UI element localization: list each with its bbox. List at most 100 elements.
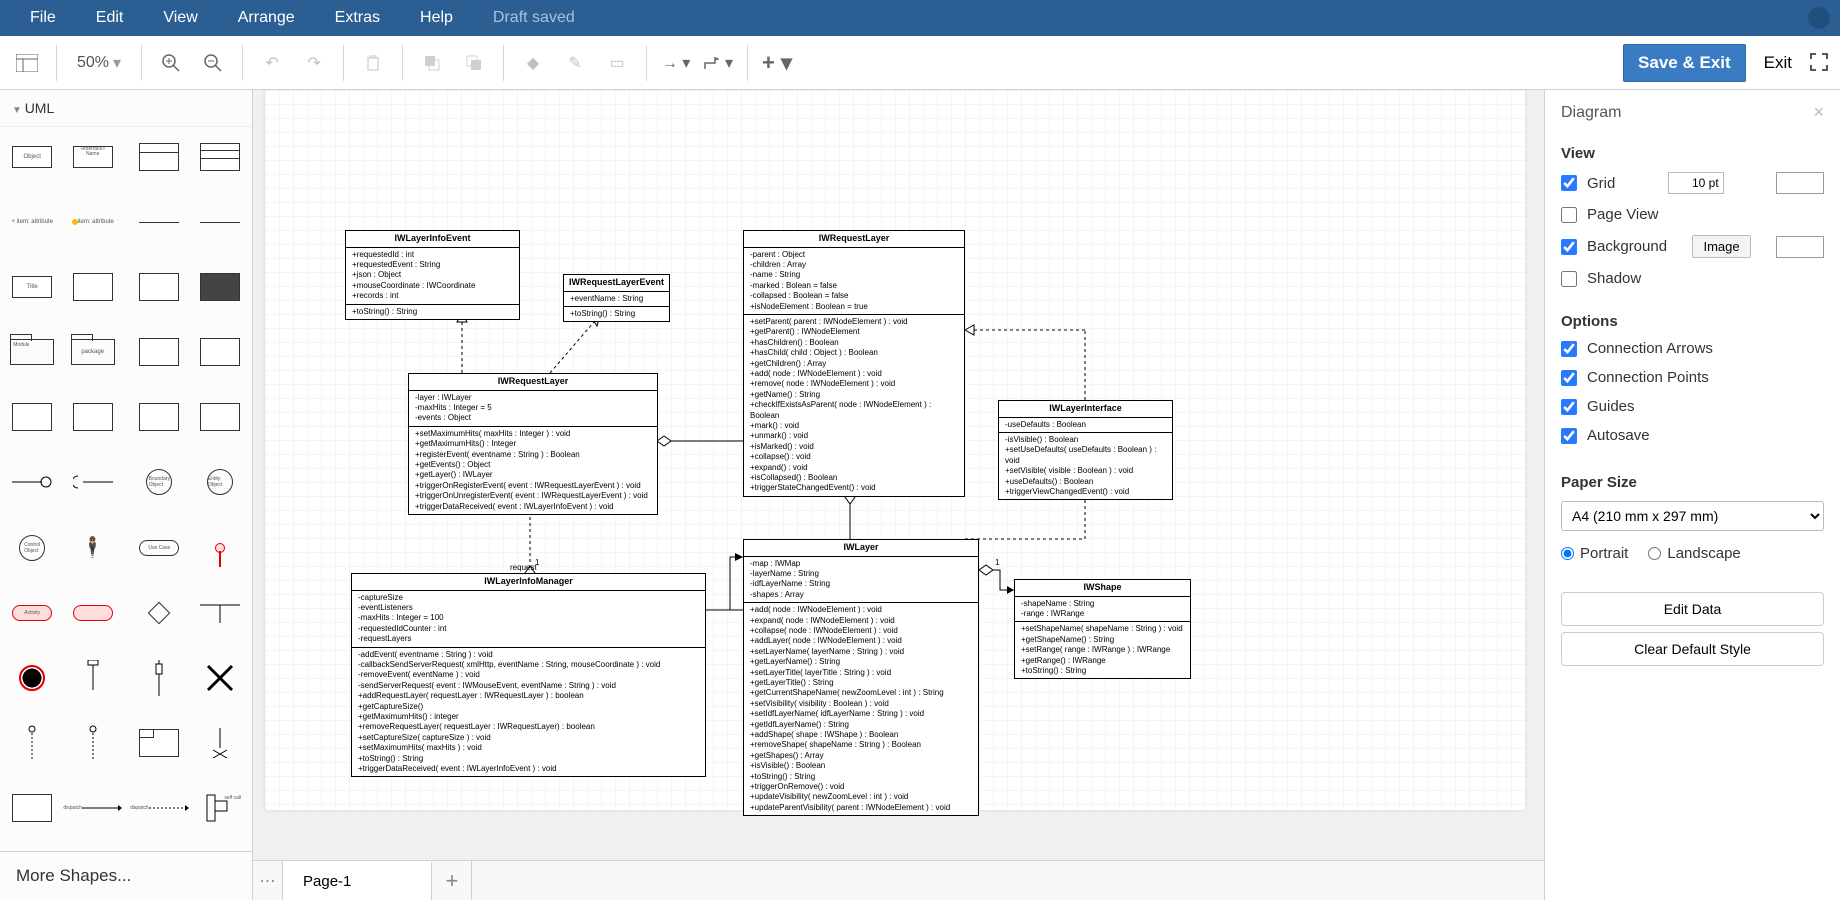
shape-component[interactable]	[129, 265, 190, 309]
background-checkbox[interactable]	[1561, 239, 1577, 255]
shape-lollipop[interactable]	[8, 460, 56, 504]
uml-iwrequestlayerevent[interactable]: IWRequestLayerEvent +eventName : String …	[563, 274, 670, 322]
shape-class3[interactable]	[196, 135, 244, 179]
grid-size-input[interactable]	[1668, 172, 1724, 194]
more-shapes-button[interactable]: More Shapes...	[0, 851, 252, 900]
shape-usecase[interactable]: Use Case	[129, 526, 190, 570]
fullscreen-icon[interactable]	[1810, 53, 1830, 73]
waypoint-icon[interactable]: ▾	[701, 46, 735, 80]
shape-start[interactable]	[196, 526, 244, 570]
shape-decision[interactable]	[129, 591, 190, 635]
shape-module[interactable]	[62, 265, 123, 309]
shape-class-d[interactable]	[196, 395, 244, 439]
menu-view[interactable]: View	[143, 9, 217, 27]
shape-comp2[interactable]	[129, 330, 190, 374]
shape-lifeline1[interactable]	[8, 721, 56, 765]
canvas[interactable]: request 1	[253, 90, 1544, 860]
redo-icon[interactable]: ↷	[297, 46, 331, 80]
paper[interactable]: request 1	[265, 90, 1525, 810]
delete-icon[interactable]	[356, 46, 390, 80]
pages-menu-icon[interactable]: ⋯	[253, 861, 283, 900]
uml-iwlayerinfoevent[interactable]: IWLayerInfoEvent +requestedId : int +req…	[345, 230, 520, 320]
close-icon[interactable]: ×	[1813, 102, 1824, 123]
guides-checkbox[interactable]	[1561, 399, 1577, 415]
sidebar-category[interactable]: UML	[0, 90, 252, 127]
add-page-button[interactable]: +	[432, 861, 472, 900]
exit-button[interactable]: Exit	[1754, 45, 1802, 81]
shape-activity-r[interactable]: Activity	[8, 591, 56, 635]
shape-interface[interactable]: «interface»Name	[62, 135, 123, 179]
grid-color-swatch[interactable]	[1776, 172, 1824, 194]
shape-selfcall[interactable]: self call	[196, 786, 244, 830]
shape-class-a[interactable]	[8, 395, 56, 439]
menu-edit[interactable]: Edit	[76, 9, 144, 27]
tab-page-1[interactable]: Page-1	[283, 861, 432, 900]
clear-default-style-button[interactable]: Clear Default Style	[1561, 632, 1824, 666]
shape-bar1[interactable]	[62, 656, 123, 700]
uml-iwlayer[interactable]: IWLayer -map : IWMap -layerName : String…	[743, 539, 979, 816]
connarrows-checkbox[interactable]	[1561, 341, 1577, 357]
shape-boundary[interactable]: BoundaryObject	[129, 460, 190, 504]
shadow-checkbox[interactable]	[1561, 271, 1577, 287]
background-color-swatch[interactable]	[1776, 236, 1824, 258]
papersize-select[interactable]: A4 (210 mm x 297 mm)	[1561, 501, 1824, 531]
shape-x[interactable]	[196, 656, 244, 700]
zoom-select[interactable]: 50% ▾	[69, 53, 129, 73]
shape-activity[interactable]	[62, 591, 123, 635]
shape-class-b[interactable]	[62, 395, 123, 439]
connpoints-checkbox[interactable]	[1561, 370, 1577, 386]
shape-entity[interactable]: Entity Object	[196, 460, 244, 504]
shape-object[interactable]: Object	[8, 135, 56, 179]
background-image-button[interactable]: Image	[1692, 235, 1750, 258]
shape-comp3[interactable]	[196, 330, 244, 374]
shape-module2[interactable]: Module	[8, 330, 56, 374]
undo-icon[interactable]: ↶	[255, 46, 289, 80]
shape-item-attr[interactable]: + item: attribute	[8, 200, 56, 244]
shape-end[interactable]	[8, 656, 56, 700]
menu-extras[interactable]: Extras	[315, 9, 400, 27]
uml-iwrequestlayer[interactable]: IWRequestLayer -parent : Object -childre…	[743, 230, 965, 497]
shape-destroy[interactable]	[196, 721, 244, 765]
shape-bar2[interactable]	[129, 656, 190, 700]
uml-iwrequestlayer-box[interactable]: IWRequestLayer -layer : IWLayer -maxHits…	[408, 373, 658, 515]
shape-title[interactable]: Title	[8, 265, 56, 309]
shape-class-c[interactable]	[129, 395, 190, 439]
menu-arrange[interactable]: Arrange	[218, 9, 315, 27]
zoom-out-icon[interactable]	[196, 46, 230, 80]
shape-item-attr2[interactable]: item: attribute	[62, 200, 123, 244]
shape-socket[interactable]	[62, 460, 123, 504]
menu-file[interactable]: File	[10, 9, 76, 27]
shape-dispatch[interactable]: dispatch	[62, 786, 123, 830]
pageview-checkbox[interactable]	[1561, 207, 1577, 223]
uml-iwshape[interactable]: IWShape -shapeName : String -range : IWR…	[1014, 579, 1191, 679]
shape-dispatch2[interactable]: dispatch	[129, 786, 190, 830]
shape-control[interactable]: ControlObject	[8, 526, 56, 570]
grid-checkbox[interactable]	[1561, 175, 1577, 191]
add-icon[interactable]: + ▾	[760, 46, 794, 80]
connection-icon[interactable]: → ▾	[659, 46, 693, 80]
shape-fork[interactable]	[196, 591, 244, 635]
shape-actor[interactable]: 🕴	[62, 526, 123, 570]
shape-lifeline2[interactable]	[62, 721, 123, 765]
autosave-checkbox[interactable]	[1561, 428, 1577, 444]
shape-class2[interactable]	[129, 135, 190, 179]
zoom-in-icon[interactable]	[154, 46, 188, 80]
shape-divider[interactable]	[129, 200, 190, 244]
uml-iwlayerinfomanager[interactable]: IWLayerInfoManager -captureSize -eventLi…	[351, 573, 706, 777]
to-front-icon[interactable]	[415, 46, 449, 80]
menu-help[interactable]: Help	[400, 9, 473, 27]
save-exit-button[interactable]: Save & Exit	[1623, 44, 1746, 82]
to-back-icon[interactable]	[457, 46, 491, 80]
orientation-landscape[interactable]: Landscape	[1648, 545, 1740, 562]
shape-note[interactable]	[8, 786, 56, 830]
edit-data-button[interactable]: Edit Data	[1561, 592, 1824, 626]
shape-divider2[interactable]	[196, 200, 244, 244]
shape-frame[interactable]	[129, 721, 190, 765]
shape-package[interactable]: package	[62, 330, 123, 374]
orientation-portrait[interactable]: Portrait	[1561, 545, 1628, 562]
shadow-toggle-icon[interactable]: ▭	[600, 46, 634, 80]
panels-icon[interactable]	[10, 46, 44, 80]
fill-color-icon[interactable]: ◆	[516, 46, 550, 80]
uml-iwlayerinterface[interactable]: IWLayerInterface -useDefaults : Boolean …	[998, 400, 1173, 500]
line-color-icon[interactable]: ✎	[558, 46, 592, 80]
